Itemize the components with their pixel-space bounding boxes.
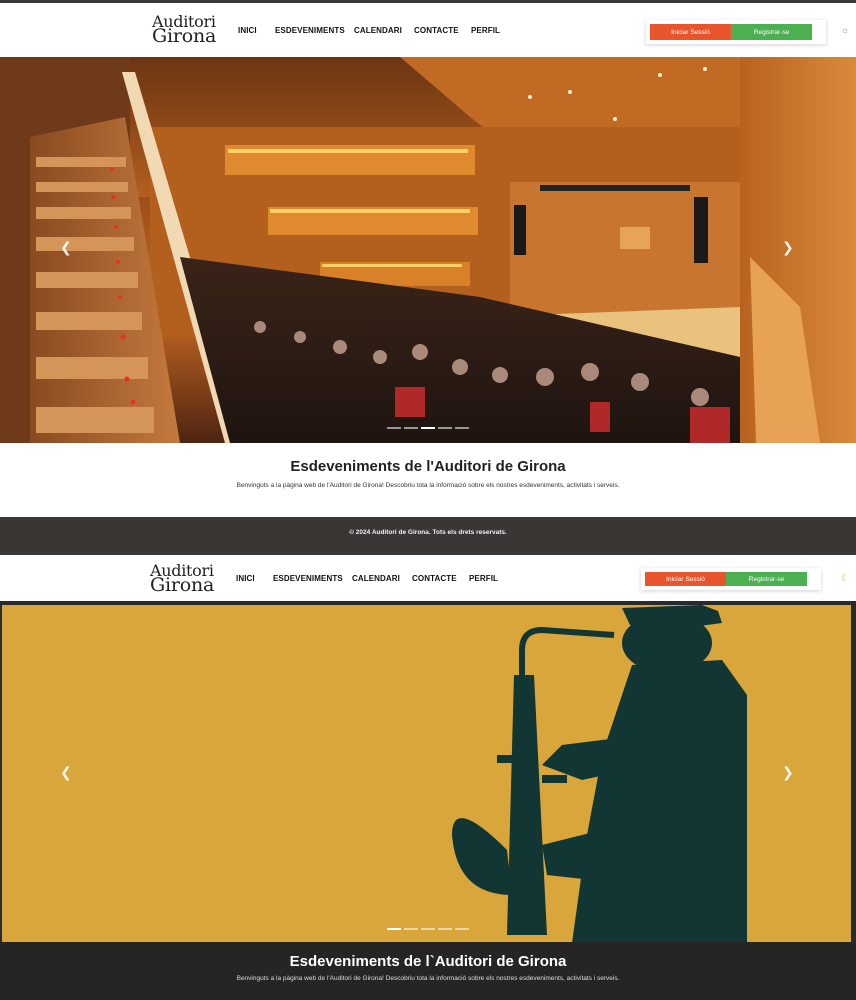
site-header-light: Auditori Girona INICI ESDEVENIMENTS CALE…	[0, 0, 856, 57]
chevron-left-icon[interactable]: ❮	[60, 240, 72, 256]
site-footer: © 2024 Auditori de Girona. Tots els dret…	[0, 517, 856, 555]
carousel-indicators	[387, 928, 469, 930]
logo-line-2: Girona	[152, 25, 217, 47]
nav-contacte[interactable]: CONTACTE	[412, 574, 469, 583]
site-logo[interactable]: Auditori Girona	[152, 14, 217, 47]
main-nav: INICI ESDEVENIMENTS CALENDARI CONTACTE P…	[236, 574, 509, 583]
nav-perfil[interactable]: PERFIL	[471, 26, 511, 35]
page-subtitle: Benvinguts a la pàgina web de l'Auditori…	[236, 482, 620, 489]
moon-icon[interactable]: ☾	[841, 573, 849, 584]
carousel-indicator[interactable]	[387, 427, 401, 429]
login-button[interactable]: Iniciar Sessió	[645, 572, 726, 586]
nav-esdeveniments[interactable]: ESDEVENIMENTS	[275, 26, 354, 35]
carousel-indicator[interactable]	[438, 928, 452, 930]
auth-buttons: Iniciar Sessió Registrar-se	[641, 568, 821, 590]
intro-section-light: Esdeveniments de l'Auditori de Girona Be…	[0, 443, 856, 517]
page-subtitle: Benvinguts a la pàgina web de l'Auditori…	[236, 975, 620, 982]
register-button[interactable]: Registrar-se	[731, 24, 812, 40]
carousel-indicator[interactable]	[404, 928, 418, 930]
carousel-indicator[interactable]	[455, 928, 469, 930]
carousel-indicator[interactable]	[421, 928, 435, 930]
carousel-indicator[interactable]	[438, 427, 452, 429]
carousel-indicator[interactable]	[404, 427, 418, 429]
nav-inici[interactable]: INICI	[238, 26, 275, 35]
page-title: Esdeveniments de l`Auditori de Girona	[289, 953, 567, 970]
nav-calendari[interactable]: CALENDARI	[352, 574, 412, 583]
saxophone-slide	[2, 605, 851, 943]
chevron-left-icon[interactable]: ❮	[60, 765, 72, 781]
carousel-indicators	[387, 427, 469, 429]
footer-copyright: © 2024 Auditori de Girona. Tots els dret…	[349, 529, 507, 536]
nav-esdeveniments[interactable]: ESDEVENIMENTS	[273, 574, 352, 583]
chevron-right-icon[interactable]: ❯	[782, 240, 794, 256]
hero-carousel-saxophone: ❮ ❯	[0, 601, 856, 943]
chevron-right-icon[interactable]: ❯	[782, 765, 794, 781]
logo-line-2: Girona	[150, 574, 215, 596]
auth-buttons: Iniciar Sessió Registrar-se	[646, 20, 826, 44]
nav-inici[interactable]: INICI	[236, 574, 273, 583]
nav-perfil[interactable]: PERFIL	[469, 574, 509, 583]
site-logo[interactable]: Auditori Girona	[150, 563, 215, 596]
concert-hall-image	[0, 57, 856, 443]
carousel-indicator[interactable]	[421, 427, 435, 429]
register-button[interactable]: Registrar-se	[726, 572, 807, 586]
hero-carousel-concert-hall: ❮ ❯	[0, 57, 856, 443]
carousel-indicator[interactable]	[455, 427, 469, 429]
sun-icon[interactable]: ☼	[841, 25, 849, 35]
nav-contacte[interactable]: CONTACTE	[414, 26, 471, 35]
nav-calendari[interactable]: CALENDARI	[354, 26, 414, 35]
main-nav: INICI ESDEVENIMENTS CALENDARI CONTACTE P…	[238, 26, 511, 35]
saxophonist-silhouette-image	[452, 605, 747, 943]
page-title: Esdeveniments de l'Auditori de Girona	[290, 458, 566, 475]
carousel-indicator[interactable]	[387, 928, 401, 930]
site-header-dark: Auditori Girona INICI ESDEVENIMENTS CALE…	[0, 556, 856, 601]
login-button[interactable]: Iniciar Sessió	[650, 24, 731, 40]
intro-section-dark: Esdeveniments de l`Auditori de Girona Be…	[0, 942, 856, 1000]
